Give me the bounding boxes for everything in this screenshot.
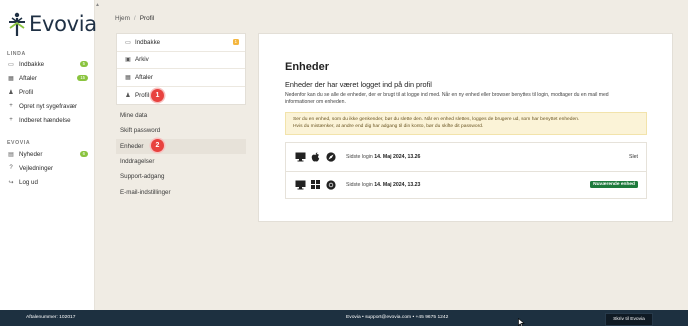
footer-contact: Evovia • support@evovia.com • +45 9675 1… — [346, 315, 449, 320]
profile-tabs: ▭ Indbakke 1 ▣ Arkiv ▦ Aftaler ♟ Profil — [116, 33, 246, 105]
calendar-icon: ▦ — [8, 75, 14, 82]
sidebar-item-opret-sygefravaer[interactable]: + Opret nyt sygefravær — [7, 100, 91, 112]
windows-icon — [310, 179, 321, 190]
question-icon: ? — [9, 165, 13, 171]
sidebar-item-nyheder[interactable]: ▤ Nyheder 6 — [7, 148, 91, 160]
warning-box: Ser du en enhed, som du ikke genkender, … — [285, 112, 647, 135]
calendar-icon: ▦ — [125, 74, 131, 81]
count-badge: 6 — [79, 151, 88, 157]
submenu-email-indstillinger[interactable]: E-mail-indstillinger — [116, 184, 246, 199]
person-icon: ♟ — [8, 89, 14, 96]
footer: Aftalenummer: 102017 Evovia • support@ev… — [0, 310, 688, 326]
desktop-icon — [295, 151, 306, 162]
devices-list: Sidste login 14. Maj 2024, 13.26 Slet Si… — [285, 142, 647, 199]
safari-icon — [325, 151, 336, 162]
inbox-icon: ▭ — [8, 61, 14, 68]
agreement-number: Aftalenummer: 102017 — [26, 315, 76, 320]
profile-submenu: Mine data Skift password Enheder Inddrag… — [116, 108, 246, 200]
tab-arkiv[interactable]: ▣ Arkiv — [117, 52, 245, 69]
warning-text-1: Ser du en enhed, som du ikke genkender, … — [293, 117, 580, 122]
chrome-icon — [325, 179, 336, 190]
logo-text: Evovia — [29, 12, 97, 36]
delete-device-button[interactable]: Slet — [629, 154, 638, 160]
panel-subtitle: Enheder der har været logget ind på din … — [285, 80, 432, 89]
warning-text-2: Hvis du mistænker, at andre end dig har … — [293, 124, 484, 130]
step-marker-2: 2 — [151, 139, 164, 152]
count-badge: 1 — [232, 39, 239, 46]
sidebar-item-indbakke[interactable]: ▭ Indbakke 5 — [7, 58, 91, 70]
tab-label: Aftaler — [135, 73, 153, 81]
step-marker-1: 1 — [151, 89, 164, 102]
archive-icon: ▣ — [125, 57, 131, 64]
submenu-mine-data[interactable]: Mine data — [116, 108, 246, 123]
device-row: Sidste login 14. Maj 2024, 13.26 Slet — [286, 143, 646, 171]
section-label-evovia: EVOVIA — [7, 140, 31, 146]
person-icon: ♟ — [125, 92, 131, 99]
news-icon: ▤ — [8, 151, 14, 158]
submenu-skift-password[interactable]: Skift password — [116, 123, 246, 138]
evovia-logo-icon — [9, 12, 25, 36]
apple-icon — [310, 151, 321, 162]
device-row: Sidste login 14. Maj 2024, 13.23 Nuværen… — [286, 170, 646, 199]
sidebar-item-aftaler[interactable]: ▦ Aftaler 15 — [7, 72, 91, 84]
sidebar-item-label: Indberet hændelse — [19, 116, 71, 124]
desktop-icon — [295, 179, 306, 190]
evovia-logo[interactable]: Evovia — [7, 11, 97, 37]
tab-label: Indbakke — [135, 38, 161, 46]
count-badge: 5 — [79, 61, 88, 67]
inbox-icon: ▭ — [125, 39, 131, 46]
panel-description: Nedenfor kan du se alle de enheder, der … — [285, 92, 609, 106]
last-login-date: 14. Maj 2024, 13.23 — [374, 181, 421, 188]
sidebar-item-label: Aftaler — [19, 74, 37, 82]
tab-label: Arkiv — [135, 56, 149, 64]
sidebar-item-profil[interactable]: ♟ Profil — [7, 86, 91, 98]
breadcrumb: Hjem / Profil — [115, 15, 154, 22]
submenu-inddragelser[interactable]: Inddragelser — [116, 154, 246, 169]
last-login-label: Sidste login — [346, 153, 373, 160]
last-login-label: Sidste login — [346, 181, 373, 188]
logout-icon: ↪ — [8, 179, 14, 186]
sidebar-item-label: Log ud — [19, 178, 38, 186]
sidebar-item-indberet-haendelse[interactable]: + Indberet hændelse — [7, 114, 91, 126]
tab-profil[interactable]: ♟ Profil — [117, 87, 245, 105]
sidebar-item-log-ud[interactable]: ↪ Log ud — [7, 176, 91, 188]
plus-icon: + — [9, 117, 13, 123]
breadcrumb-separator: / — [133, 15, 136, 22]
section-label-linda: LINDA — [7, 51, 26, 57]
sidebar-item-label: Vejledninger — [19, 164, 54, 172]
submenu-support-adgang[interactable]: Support-adgang — [116, 169, 246, 184]
tab-indbakke[interactable]: ▭ Indbakke 1 — [117, 34, 245, 52]
write-to-evovia-button[interactable]: Skriv til Evovia — [605, 313, 653, 326]
mouse-cursor-icon — [518, 318, 525, 326]
sidebar-item-label: Nyheder — [19, 150, 43, 158]
sidebar-item-label: Profil — [19, 88, 34, 96]
plus-icon: + — [9, 103, 13, 109]
last-login-date: 14. Maj 2024, 13.26 — [374, 153, 421, 160]
breadcrumb-home[interactable]: Hjem — [115, 15, 130, 22]
sidebar-item-label: Indbakke — [19, 60, 45, 68]
last-login: Sidste login 14. Maj 2024, 13.23 — [346, 182, 420, 188]
tab-aftaler[interactable]: ▦ Aftaler — [117, 69, 245, 87]
tab-label: Profil — [135, 91, 150, 99]
sidebar: Evovia LINDA ▭ Indbakke 5 ▦ Aftaler 15 ♟… — [0, 0, 97, 310]
page-title: Enheder — [285, 61, 330, 73]
count-badge: 15 — [77, 75, 88, 81]
sidebar-item-label: Opret nyt sygefravær — [19, 102, 78, 110]
devices-panel: Enheder Enheder der har været logget ind… — [258, 33, 673, 222]
collapse-caret-icon[interactable]: ▲ — [95, 2, 100, 8]
current-device-badge: Nuværende enhed — [590, 181, 638, 189]
last-login: Sidste login 14. Maj 2024, 13.26 — [346, 154, 420, 160]
sidebar-item-vejledninger[interactable]: ? Vejledninger — [7, 162, 91, 174]
breadcrumb-current: Profil — [139, 15, 155, 22]
submenu-enheder[interactable]: Enheder — [116, 138, 246, 154]
